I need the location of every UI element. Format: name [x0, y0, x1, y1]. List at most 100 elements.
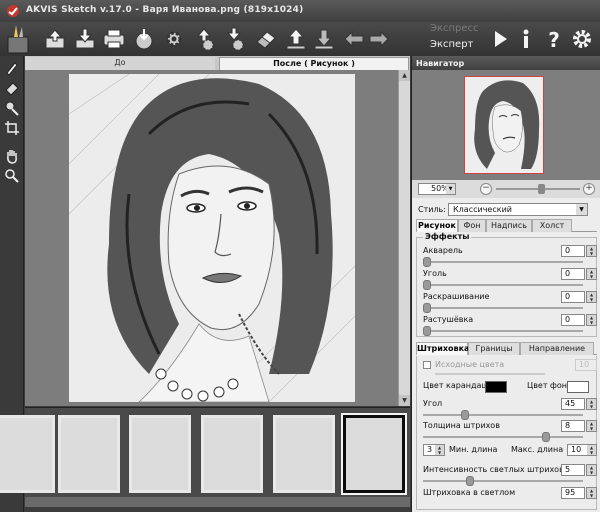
- help-icon[interactable]: ?: [541, 26, 567, 52]
- download-icon[interactable]: [311, 26, 337, 52]
- zoom-out-icon[interactable]: −: [480, 183, 492, 195]
- spinner-icon[interactable]: ▲ ▼: [586, 487, 597, 499]
- eraser-icon[interactable]: [253, 26, 279, 52]
- param-value[interactable]: 0: [561, 291, 585, 303]
- export-settings-icon[interactable]: [161, 26, 187, 52]
- style-row: Стиль: Классический ▼: [412, 202, 600, 218]
- spinner-icon[interactable]: ▲ ▼: [586, 245, 597, 257]
- param-value[interactable]: 95: [561, 487, 585, 499]
- param-slider[interactable]: [423, 432, 583, 442]
- param-label: Штриховка в светлом: [423, 488, 516, 497]
- param-slider-knob[interactable]: [423, 257, 431, 267]
- preset-thumbnail[interactable]: [129, 415, 191, 493]
- param-slider-knob[interactable]: [461, 410, 469, 420]
- param-label: Растушёвка: [423, 315, 474, 324]
- source-colors-checkbox[interactable]: [423, 361, 431, 369]
- spinner-icon[interactable]: ▲ ▼: [435, 445, 444, 455]
- scroll-up-icon[interactable]: ▲: [399, 70, 410, 81]
- param-slider[interactable]: [423, 410, 583, 420]
- spinner-icon[interactable]: ▲ ▼: [586, 314, 597, 326]
- print-icon[interactable]: [101, 26, 127, 52]
- spinner-icon[interactable]: ▲ ▼: [586, 398, 597, 410]
- crop-icon[interactable]: [4, 120, 20, 136]
- param-value[interactable]: 5: [561, 464, 585, 476]
- upload-icon[interactable]: [283, 26, 309, 52]
- expert-mode-tab[interactable]: Эксперт: [430, 39, 473, 50]
- pencil-icon[interactable]: [4, 60, 20, 76]
- tab-canvas[interactable]: Холст: [532, 219, 572, 232]
- min-length-input[interactable]: 3 ▲ ▼: [423, 444, 445, 456]
- pencil-color-swatch[interactable]: [485, 381, 507, 393]
- eraser-icon[interactable]: [4, 80, 20, 96]
- run-icon[interactable]: [487, 26, 513, 52]
- stamp-icon[interactable]: [4, 100, 20, 116]
- preset-thumbnail[interactable]: [0, 415, 55, 493]
- param-slider[interactable]: [423, 303, 583, 313]
- gear-icon[interactable]: [569, 26, 595, 52]
- param-slider[interactable]: [423, 326, 583, 336]
- param-slider-knob[interactable]: [423, 280, 431, 290]
- tab-background[interactable]: Фон: [458, 219, 486, 232]
- svg-text:?: ?: [548, 28, 560, 52]
- hand-icon[interactable]: [4, 148, 20, 164]
- param-slider-knob[interactable]: [423, 303, 431, 313]
- batch-process-icon[interactable]: [191, 26, 217, 52]
- brush-logo-icon: [6, 23, 30, 55]
- style-select[interactable]: Классический ▼: [448, 203, 588, 216]
- zoom-icon[interactable]: [4, 168, 20, 184]
- stroke-tabs: Штриховка Границы Направление: [416, 342, 597, 355]
- spinner-icon[interactable]: ▲ ▼: [586, 268, 597, 280]
- navigator-view[interactable]: [412, 70, 600, 180]
- chevron-down-icon: ▼: [446, 184, 455, 194]
- express-mode-tab[interactable]: Экспресс: [430, 23, 479, 34]
- param-slider[interactable]: [423, 280, 583, 290]
- param-value[interactable]: 0: [561, 268, 585, 280]
- akvis-logo-icon: [7, 5, 19, 17]
- param-slider-knob[interactable]: [541, 432, 550, 442]
- zoom-slider-knob[interactable]: [538, 184, 546, 194]
- param-value[interactable]: 8: [561, 420, 585, 432]
- scroll-down-icon[interactable]: ▼: [399, 395, 410, 406]
- param-value[interactable]: 0: [561, 314, 585, 326]
- param-value[interactable]: 0: [561, 245, 585, 257]
- max-length-input[interactable]: 10 ▲ ▼: [567, 444, 597, 456]
- save-icon[interactable]: [72, 26, 98, 52]
- spinner-icon[interactable]: ▲ ▼: [586, 291, 597, 303]
- preset-thumbnail[interactable]: [273, 415, 335, 493]
- zoom-select[interactable]: 50% ▼: [418, 183, 456, 195]
- spinner-icon[interactable]: ▲ ▼: [586, 420, 597, 432]
- tab-after[interactable]: После ( Рисунок ): [219, 57, 409, 70]
- navigator-header: Навигатор: [412, 56, 600, 70]
- param-value[interactable]: 45: [561, 398, 585, 410]
- param-slider[interactable]: [423, 476, 583, 486]
- tab-before[interactable]: До: [25, 57, 215, 70]
- zoom-in-icon[interactable]: +: [583, 183, 595, 195]
- param-slider-knob[interactable]: [423, 326, 431, 336]
- spinner-icon[interactable]: ▲ ▼: [587, 445, 596, 455]
- preset-thumbnail-selected[interactable]: [341, 413, 407, 495]
- param-slider-knob[interactable]: [465, 476, 474, 486]
- tab-drawing[interactable]: Рисунок: [416, 219, 458, 232]
- background-color-swatch[interactable]: [567, 381, 589, 393]
- info-icon[interactable]: [513, 26, 539, 52]
- spinner-icon[interactable]: ▲ ▼: [586, 464, 597, 476]
- tab-hatching[interactable]: Штриховка: [416, 342, 469, 355]
- open-icon[interactable]: [42, 26, 68, 52]
- undo-icon[interactable]: [341, 26, 367, 52]
- tab-direction[interactable]: Направление: [520, 342, 594, 355]
- import-settings-icon[interactable]: [131, 26, 157, 52]
- canvas-vertical-scrollbar[interactable]: ▲ ▼: [398, 70, 410, 406]
- param-slider[interactable]: [423, 257, 583, 267]
- param-label: Интенсивность светлых штрихов: [423, 465, 564, 474]
- thumbnail-scrollbar[interactable]: [25, 497, 410, 507]
- zoom-slider[interactable]: [496, 184, 580, 194]
- image-canvas[interactable]: [25, 70, 398, 406]
- tab-edges[interactable]: Границы: [468, 342, 520, 355]
- redo-icon[interactable]: [366, 26, 392, 52]
- tab-caption[interactable]: Надпись: [486, 219, 532, 232]
- min-length-label: Мин. длина: [449, 445, 498, 454]
- param-light-intensity: Интенсивность светлых штрихов 5 ▲ ▼: [423, 464, 597, 488]
- preset-thumbnail[interactable]: [58, 415, 120, 493]
- preset-thumbnail[interactable]: [201, 415, 263, 493]
- share-icon[interactable]: [221, 26, 247, 52]
